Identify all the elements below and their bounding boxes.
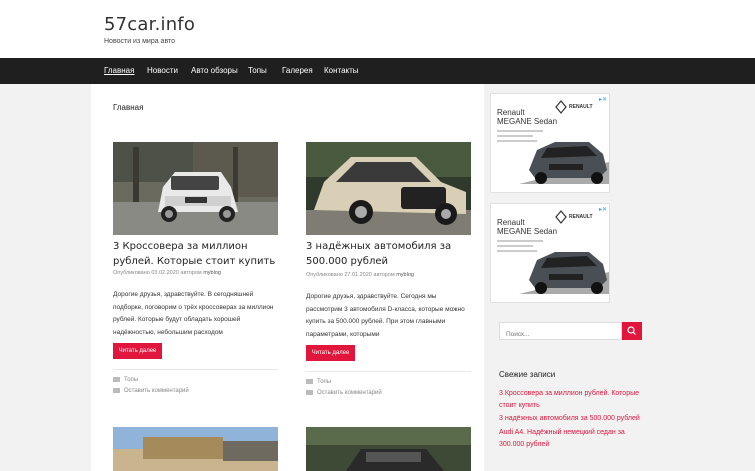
nav-item-contacts[interactable]: Контакты: [324, 66, 359, 75]
post-card: 3 Кроссовера за миллион рублей. Которые …: [113, 142, 281, 402]
post-excerpt: Дорогие друзья, здравствуйте. Сегодня мы…: [306, 293, 465, 338]
post-comment-link[interactable]: Оставить комментарий: [113, 388, 189, 394]
recent-post-link[interactable]: 3 Кроссовера за миллион рублей. Которые …: [499, 388, 649, 412]
folder-icon: [306, 379, 313, 384]
site-title[interactable]: 57car.info: [104, 14, 195, 35]
search-input[interactable]: [504, 326, 618, 343]
folder-icon: [113, 377, 120, 382]
post-meta: Опубликовано 27.01.2020 автором myblog: [306, 272, 414, 278]
post-author[interactable]: myblog: [203, 270, 221, 276]
nav-item-news[interactable]: Новости: [147, 66, 178, 75]
ad-banner[interactable]: ▸✕ RENAULT Renault MEGANE Sedan: [490, 203, 610, 303]
post-thumbnail[interactable]: [113, 142, 278, 235]
nav-item-tops[interactable]: Топы: [248, 66, 267, 75]
svg-text:RENAULT: RENAULT: [569, 104, 593, 110]
ad-choices-icon[interactable]: ▸✕: [599, 206, 607, 213]
renault-logo-icon: RENAULT: [555, 210, 593, 224]
read-more-button[interactable]: Читать далее: [306, 345, 355, 361]
post-thumbnail[interactable]: [306, 142, 471, 235]
post-thumbnail[interactable]: [306, 427, 471, 471]
renault-logo-icon: RENAULT: [555, 100, 593, 114]
car-image: [519, 142, 609, 184]
main-nav: Главная Новости Авто обзоры Топы Галерея…: [0, 58, 755, 84]
car-image: [519, 252, 609, 294]
post-author[interactable]: myblog: [396, 272, 414, 278]
post-title[interactable]: 3 надёжных автомобиля за 500.000 рублей: [306, 239, 471, 269]
nav-item-reviews[interactable]: Авто обзоры: [191, 66, 238, 75]
ad-choices-icon[interactable]: ▸✕: [599, 96, 607, 103]
post-comment-link[interactable]: Оставить комментарий: [306, 390, 382, 396]
ad-banner[interactable]: ▸✕ RENAULT Renault MEGANE Sedan: [490, 93, 610, 193]
page-title: Главная: [113, 103, 144, 112]
recent-post-link[interactable]: 3 надёжных автомобиля за 500.000 рублей: [499, 413, 649, 425]
recent-posts-title: Свежие записи: [499, 370, 556, 379]
post-thumbnail[interactable]: [113, 427, 278, 471]
read-more-button[interactable]: Читать далее: [113, 343, 162, 359]
post-title[interactable]: 3 Кроссовера за миллион рублей. Которые …: [113, 239, 278, 269]
nav-item-gallery[interactable]: Галерея: [282, 66, 313, 75]
svg-text:RENAULT: RENAULT: [569, 214, 593, 220]
search-box: [499, 322, 622, 343]
search-button[interactable]: [622, 322, 642, 340]
nav-item-home[interactable]: Главная: [104, 66, 134, 75]
post-card: 3 надёжных автомобиля за 500.000 рублей …: [306, 142, 474, 402]
comment-icon: [113, 388, 120, 393]
post-category[interactable]: Топы: [113, 377, 138, 383]
site-header: 57car.info Новости из мира авто: [0, 0, 755, 58]
post-meta: Опубликовано 03.02.2020 автором myblog: [113, 270, 221, 276]
site-tagline: Новости из мира авто: [104, 38, 176, 45]
comment-icon: [306, 390, 313, 395]
post-category[interactable]: Топы: [306, 379, 331, 385]
post-excerpt: Дорогие друзья, здравствуйте. В сегодняш…: [113, 291, 274, 336]
divider: [306, 371, 471, 372]
search-icon: [627, 326, 636, 335]
divider: [113, 369, 278, 370]
recent-post-link[interactable]: Audi A4. Надёжный немецкий седан за 300.…: [499, 427, 649, 451]
